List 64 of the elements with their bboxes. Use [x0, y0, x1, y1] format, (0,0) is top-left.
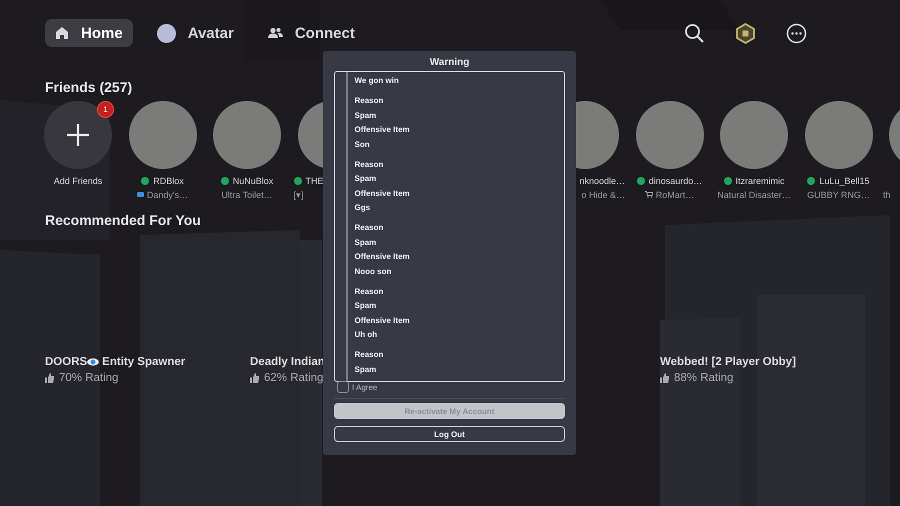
- message-line: Offensive Item: [354, 251, 410, 263]
- friend-status: Dandy's…: [146, 190, 188, 200]
- dialog-title: Warning: [430, 57, 470, 69]
- nav-tab[interactable]: Avatar: [146, 19, 244, 47]
- thumbs-up-icon: [45, 373, 54, 383]
- game-title[interactable]: Webbed! [2 Player Obby]: [660, 356, 796, 368]
- notification-badge: 1: [97, 101, 114, 118]
- thumbs-up-icon: [660, 373, 669, 383]
- more-options-icon[interactable]: [786, 22, 807, 44]
- avatar-circle-icon: [156, 24, 176, 42]
- friend-status: o Hide &…: [581, 190, 625, 200]
- game-rating: 88% Rating: [674, 372, 734, 384]
- message-line: Ggs: [354, 202, 372, 214]
- hexagon-coin-icon[interactable]: [735, 22, 756, 44]
- message-line: Reason: [354, 349, 384, 361]
- section-heading: Recommended For You: [45, 212, 201, 228]
- agree-checkbox[interactable]: [337, 381, 349, 393]
- message-line: Reason: [354, 286, 384, 298]
- nav-tab[interactable]: Connect: [258, 19, 365, 47]
- message-line: Spam: [354, 300, 378, 312]
- friend-status: Natural Disaster…: [717, 190, 791, 200]
- friend-status: GUBBY RNG…: [807, 190, 870, 200]
- thumbs-up-icon: [250, 373, 259, 383]
- agree-label: I Agree: [352, 382, 378, 392]
- plus-icon: [67, 124, 89, 146]
- message-line: Nooo son: [354, 266, 392, 278]
- friend-name: RDBlox: [153, 176, 184, 186]
- message-line: Reason: [354, 158, 384, 170]
- message-line: Offensive Item: [354, 188, 410, 200]
- message-line: Spam: [354, 364, 378, 376]
- friend-name: Itzraremimic: [736, 176, 784, 186]
- nav-tab[interactable]: Home: [45, 19, 133, 47]
- message-line: Reason: [354, 222, 384, 234]
- game-title[interactable]: Deadly Indian: [250, 356, 325, 368]
- log-out-button[interactable]: Log Out: [334, 426, 565, 442]
- message-line: Spam: [354, 110, 378, 122]
- friend-status: [▾]: [294, 190, 304, 200]
- search-icon[interactable]: [684, 22, 705, 44]
- message-line: Offensive Item: [354, 124, 410, 136]
- friend-status: Ultra Toilet…: [221, 190, 273, 200]
- game-rating: 70% Rating: [59, 372, 118, 384]
- message-line: Uh oh: [354, 329, 378, 341]
- game-title-rest: Entity Spawner: [102, 356, 186, 368]
- friend-status: RoMart…: [656, 190, 694, 200]
- message-line: Spam: [354, 173, 378, 185]
- message-line: Reason: [354, 95, 384, 107]
- cart-icon: [644, 191, 653, 198]
- friend-name: THE: [306, 176, 324, 186]
- friend-status: th: [883, 190, 891, 200]
- people-icon: [268, 27, 283, 39]
- home-icon: [55, 26, 69, 40]
- friend-name: LuLu_Bell15: [819, 176, 870, 186]
- message-line: Offensive Item: [354, 314, 410, 326]
- message-line: We gon win: [354, 75, 400, 87]
- add-friends-label: Add Friends: [54, 176, 102, 186]
- friend-name: NuNuBlox: [232, 176, 274, 186]
- message-line: Spam: [354, 236, 378, 249]
- game-chip-icon: [136, 192, 144, 197]
- friend-name: dinosaurdo…: [648, 176, 702, 186]
- game-title[interactable]: DOORS: [45, 356, 88, 368]
- section-heading: Friends (257): [45, 79, 132, 95]
- friend-name: nknoodle…: [579, 176, 625, 186]
- message-line: Son: [354, 138, 371, 150]
- game-rating: 62% Rating: [264, 372, 324, 384]
